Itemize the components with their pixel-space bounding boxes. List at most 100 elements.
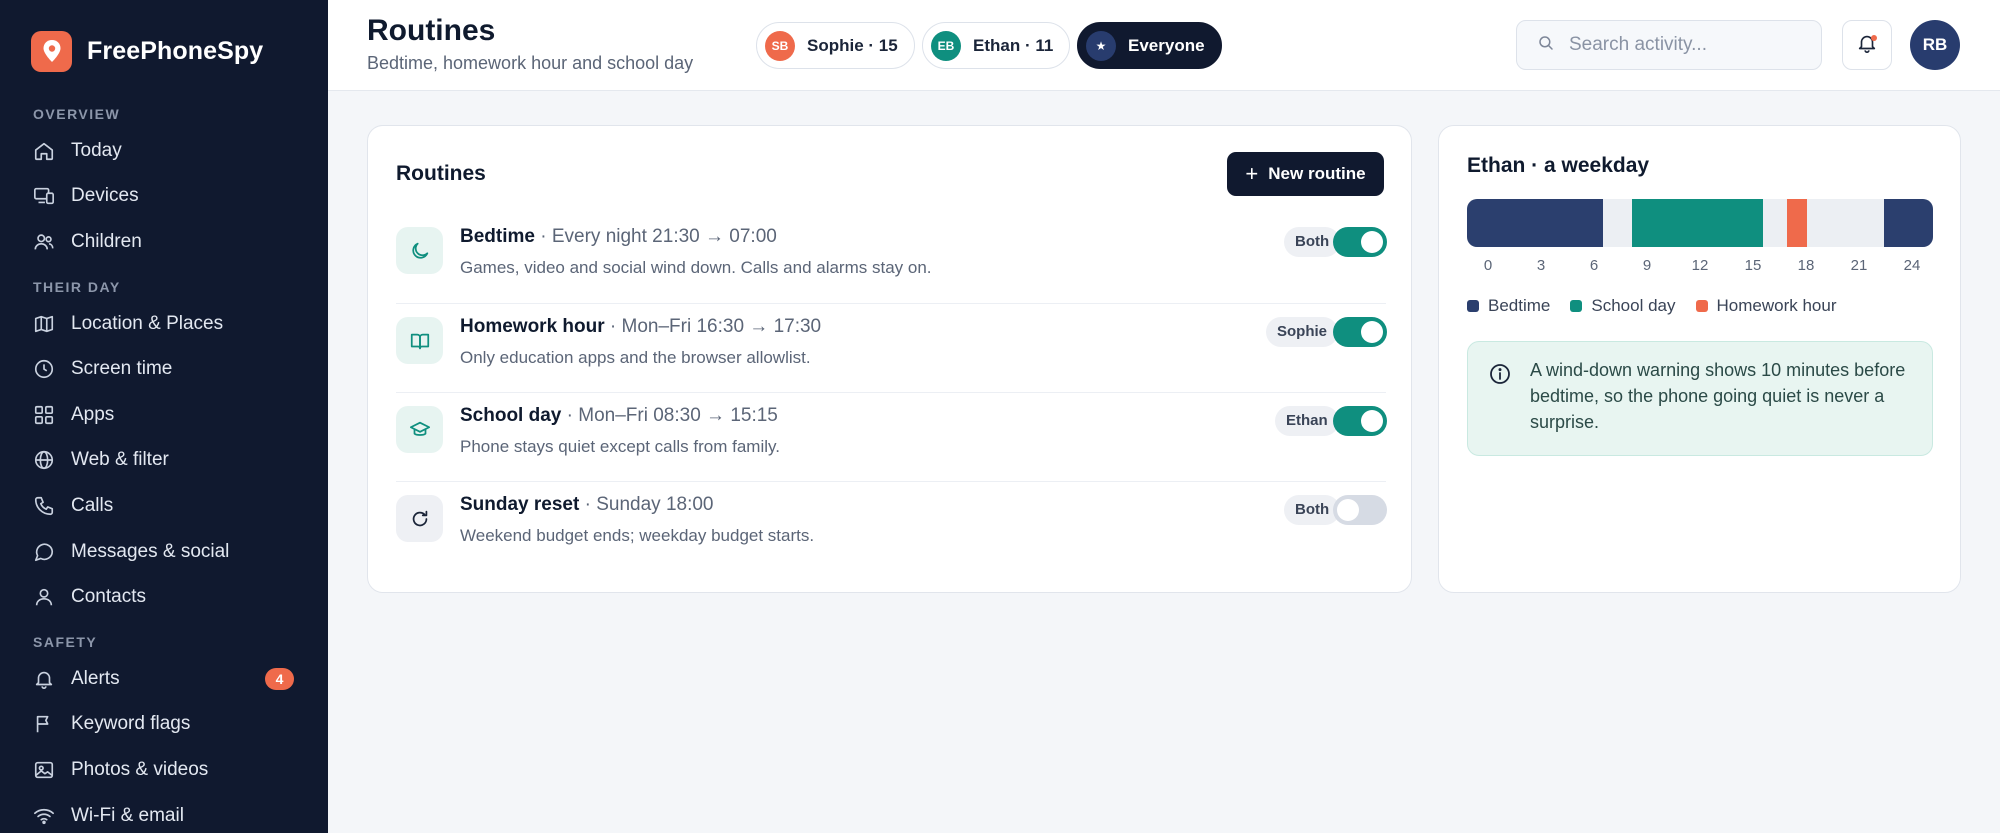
timeline-tick-label: 15 [1744,257,1762,274]
search-icon [1537,34,1555,57]
bell-icon [33,668,55,690]
sidebar-item-web-filter[interactable]: Web & filter [0,438,328,484]
chip-label: Everyone [1128,35,1205,55]
sidebar-item-label: Wi-Fi & email [71,804,184,826]
sidebar-item-devices[interactable]: Devices [0,174,328,220]
child-filter-sophie[interactable]: SB Sophie · 15 [756,22,915,69]
home-icon [33,140,55,162]
sidebar-item-label: Alerts [71,667,120,689]
plus-icon: + [1245,161,1259,186]
alerts-count-badge: 4 [265,667,294,690]
sidebar-item-label: Messages & social [71,540,230,562]
sidebar-item-messages[interactable]: Messages & social [0,529,328,575]
wind-down-info-box: A wind-down warning shows 10 minutes bef… [1467,341,1933,456]
star-icon: ★ [1086,30,1116,61]
routine-toggle-homework-hour[interactable] [1333,317,1387,347]
sidebar-item-today[interactable]: Today [0,128,328,174]
message-icon [33,541,55,563]
child-avatar: EB [931,30,961,61]
sidebar-item-label: Today [71,139,122,161]
image-icon [33,759,55,781]
sidebar-item-label: Contacts [71,586,146,608]
routine-row-bedtime[interactable]: Bedtime · Every night 21:30 → 07:00 Game… [396,214,1387,303]
routine-target-tag: Ethan [1275,406,1339,436]
routine-description: Weekend budget ends; weekday budget star… [460,526,815,545]
routine-separator: · [534,226,552,247]
page-title: Routines [367,14,496,47]
user-avatar[interactable]: RB [1910,20,1960,70]
child-avatar: SB [765,30,795,61]
weekday-overview-card: Ethan · a weekday Bedtime School day Hom… [1438,125,1961,593]
routine-name: School day [460,405,562,426]
toggle-knob [1361,410,1383,432]
routine-name: Homework hour [460,316,605,337]
routine-separator: · [579,494,597,515]
phone-icon [33,495,55,517]
routine-heading: Homework hour · Mon–Fri 16:30 → 17:30 [460,316,821,338]
brand[interactable]: FreePhoneSpy [0,0,328,102]
sidebar-item-alerts[interactable]: Alerts 4 [0,656,328,702]
sidebar-item-photos-videos[interactable]: Photos & videos [0,747,328,793]
weekday-card-title: Ethan · a weekday [1467,154,1650,177]
clock-icon [33,358,55,380]
sidebar-item-children[interactable]: Children [0,219,328,265]
routine-description: Games, video and social wind down. Calls… [460,258,932,277]
notifications-button[interactable] [1842,20,1892,70]
routine-row-sunday-reset[interactable]: Sunday reset · Sunday 18:00 Weekend budg… [396,481,1387,570]
search-input[interactable] [1569,34,1809,56]
new-routine-button[interactable]: + New routine [1227,152,1384,196]
legend-label: Homework hour [1716,296,1837,315]
routine-toggle-school-day[interactable] [1333,406,1387,436]
info-icon [1488,362,1512,391]
timeline-tick-label: 6 [1589,257,1599,274]
timeline-tick-label: 12 [1691,257,1709,274]
notification-dot [1871,35,1877,41]
nav-section-their-day: THEIR DAY [33,278,121,295]
new-routine-label: New routine [1268,164,1366,183]
legend-item-homework-hour: Homework hour [1695,296,1837,316]
timeline-tick-label: 9 [1642,257,1652,274]
routine-row-school-day[interactable]: School day · Mon–Fri 08:30 → 15:15 Phone… [396,392,1387,481]
timeline-segment-school-day [1632,199,1764,247]
routine-heading: Sunday reset · Sunday 18:00 [460,494,713,516]
toggle-knob [1337,499,1359,521]
child-filter-ethan[interactable]: EB Ethan · 11 [922,22,1071,69]
info-text: A wind-down warning shows 10 minutes bef… [1530,360,1906,432]
search-box[interactable] [1516,20,1822,70]
chip-label: Sophie · 15 [807,35,898,55]
brand-logo-icon [31,30,72,72]
timeline-tick-label: 3 [1536,257,1546,274]
routine-row-homework-hour[interactable]: Homework hour · Mon–Fri 16:30 → 17:30 On… [396,303,1387,392]
sidebar-item-label: Calls [71,494,114,516]
globe-icon [33,449,55,471]
sidebar-item-wifi-email[interactable]: Wi-Fi & email [0,793,328,833]
brand-name: FreePhoneSpy [87,36,264,65]
legend-label: Bedtime [1488,296,1551,315]
users-icon [33,231,55,253]
timeline-segment-bedtime [1467,199,1603,247]
sidebar-item-screen-time[interactable]: Screen time [0,346,328,392]
sidebar: FreePhoneSpy OVERVIEW Today Devices Chil… [0,0,328,833]
toggle-knob [1361,231,1383,253]
legend-swatch [1695,300,1708,312]
nav-section-overview: OVERVIEW [33,106,121,122]
timeline-tick-label: 24 [1903,257,1921,274]
routines-card-title: Routines [396,162,486,185]
page-subtitle: Bedtime, homework hour and school day [367,53,694,73]
sidebar-item-apps[interactable]: Apps [0,392,328,438]
routine-toggle-bedtime[interactable] [1333,227,1387,257]
sidebar-item-keyword-flags[interactable]: Keyword flags [0,702,328,748]
legend-swatch [1467,300,1479,312]
sidebar-item-calls[interactable]: Calls [0,483,328,529]
legend-swatch [1570,300,1583,312]
sidebar-item-label: Web & filter [71,449,169,471]
legend-label: School day [1591,296,1676,315]
sidebar-item-contacts[interactable]: Contacts [0,574,328,620]
sidebar-item-location[interactable]: Location & Places [0,301,328,347]
child-filter-everyone[interactable]: ★ Everyone [1077,22,1222,69]
legend-item-bedtime: Bedtime [1467,296,1550,316]
routine-heading: Bedtime · Every night 21:30 → 07:00 [460,226,777,248]
routine-toggle-sunday-reset[interactable] [1333,495,1387,525]
timeline-segment-homework-hour [1787,199,1807,247]
routine-target-tag: Sophie [1266,317,1339,347]
